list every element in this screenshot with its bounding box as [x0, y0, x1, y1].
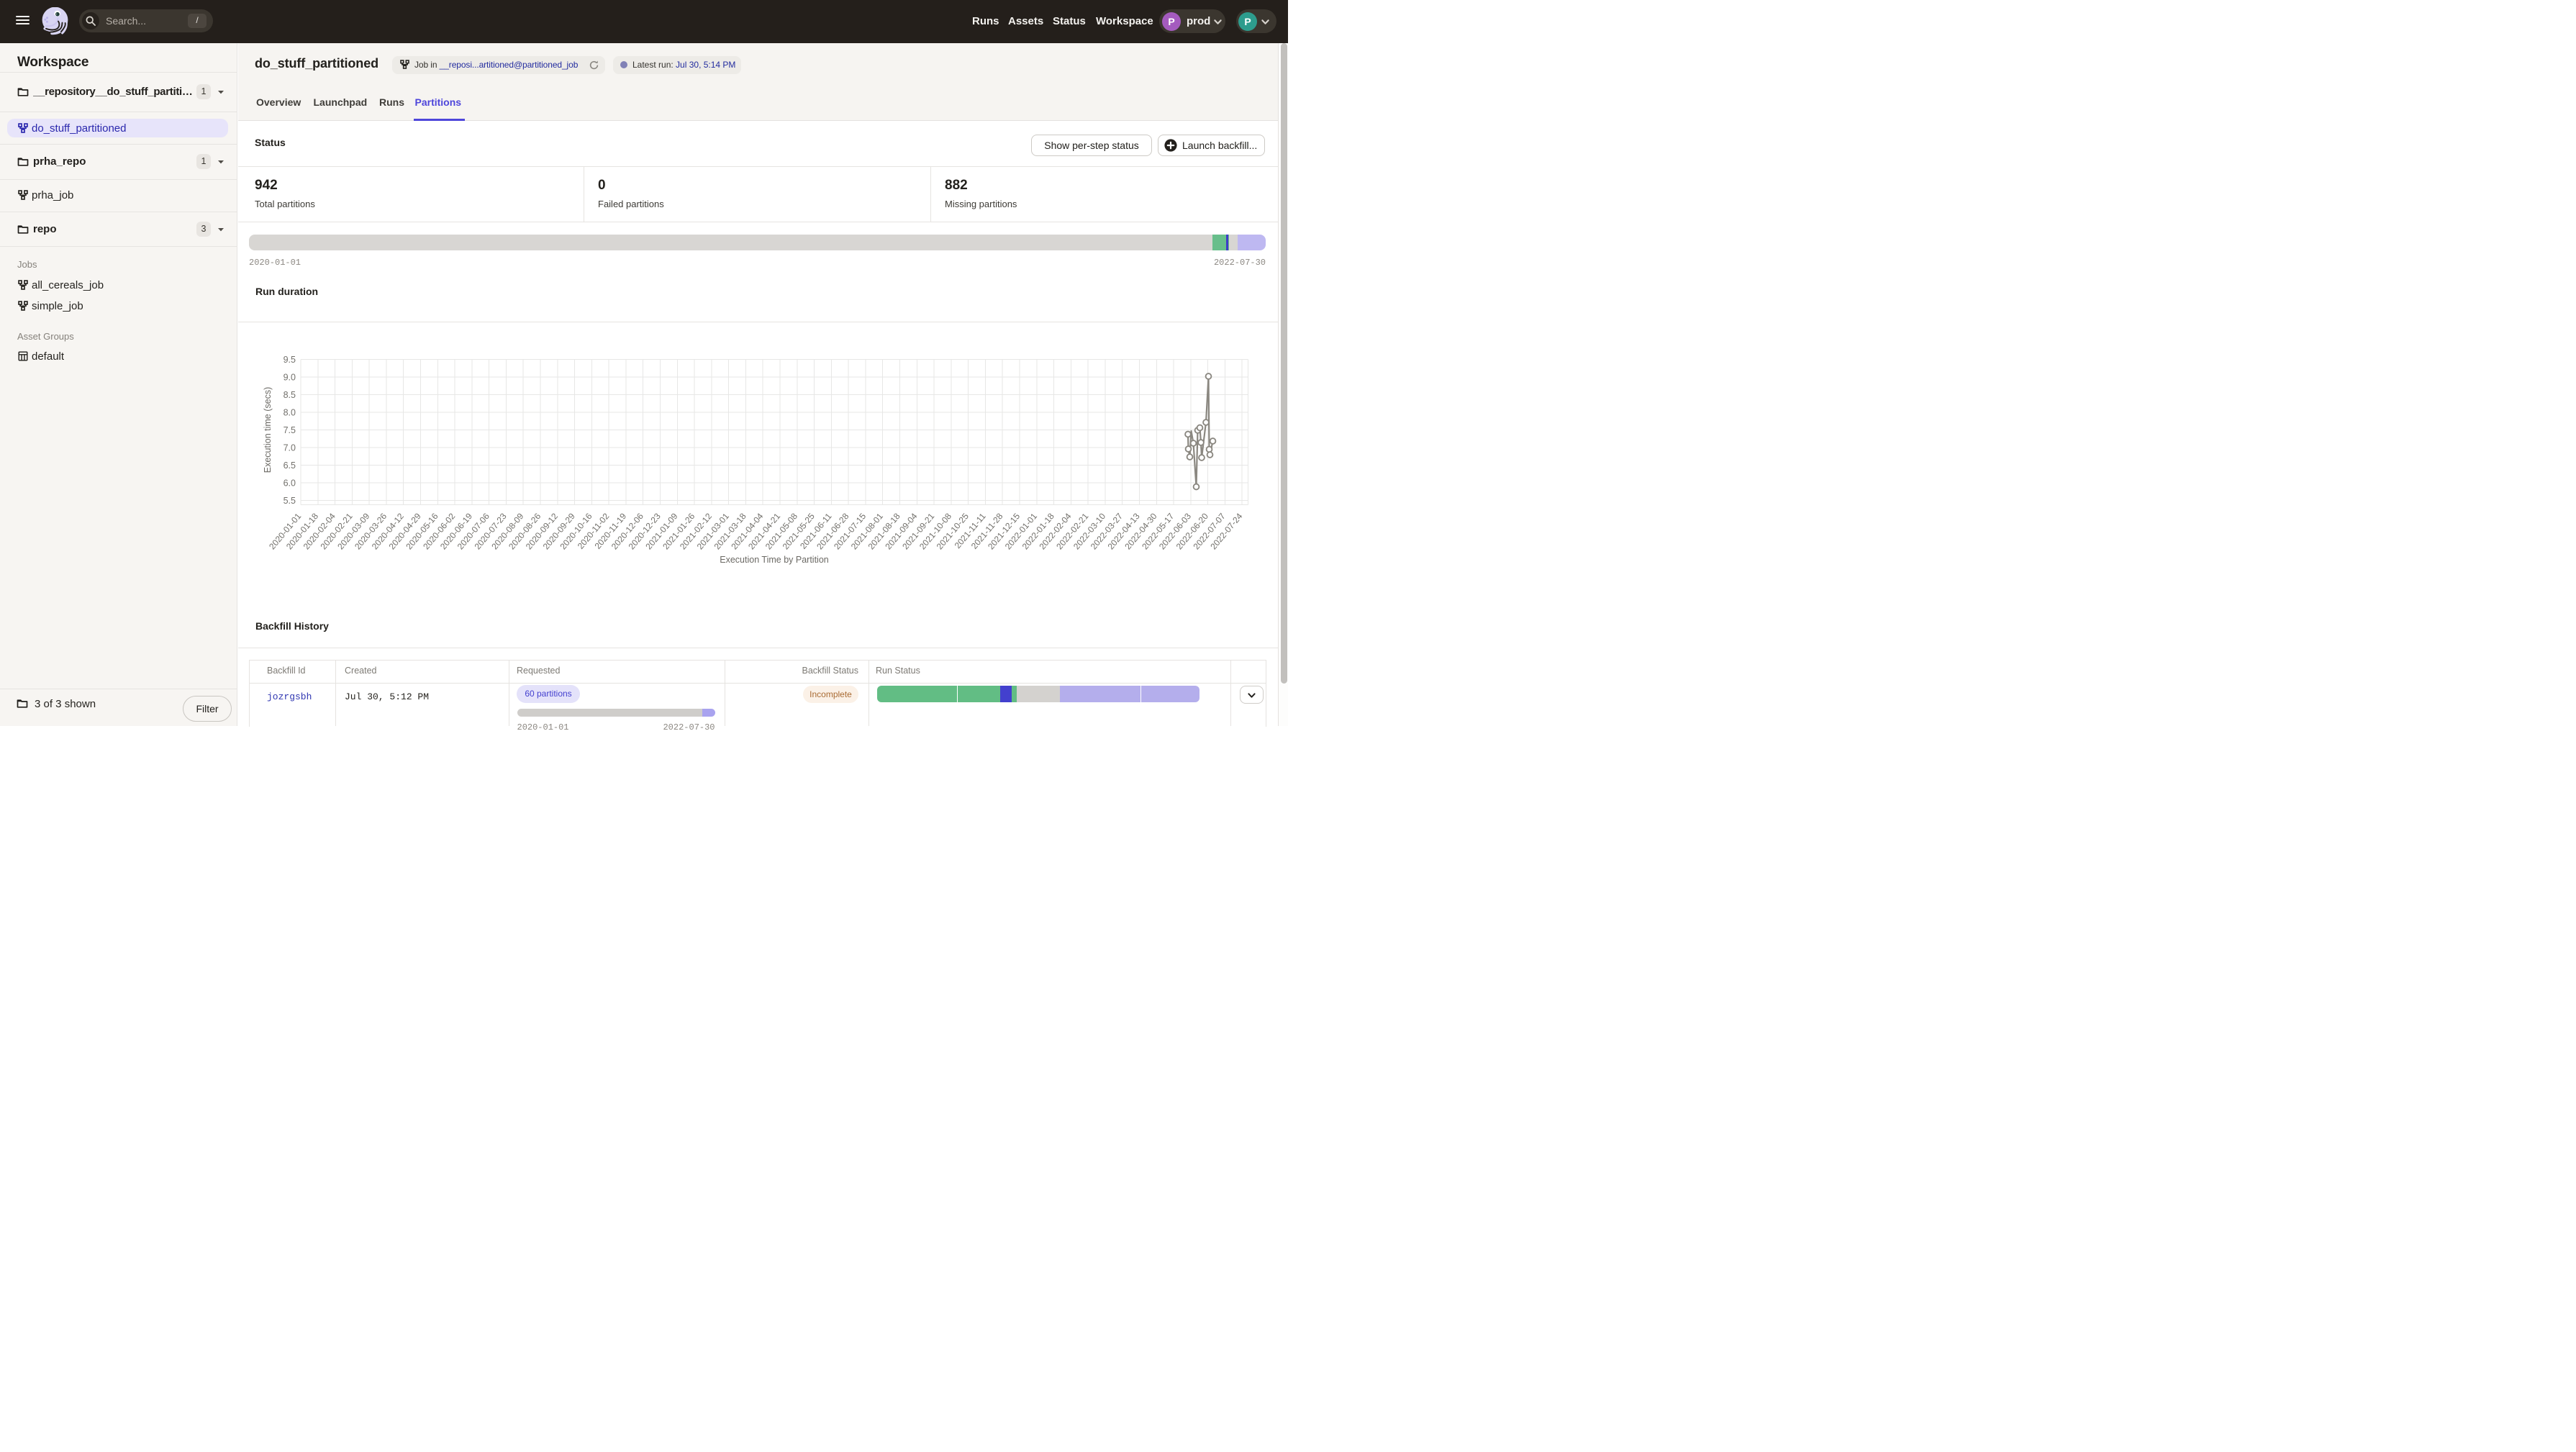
- svg-text:9.0: 9.0: [284, 373, 296, 383]
- svg-text:Execution Time by Partition: Execution Time by Partition: [720, 555, 829, 565]
- svg-text:7.0: 7.0: [284, 443, 296, 453]
- svg-text:7.5: 7.5: [284, 425, 296, 435]
- svg-text:8.0: 8.0: [284, 408, 296, 418]
- svg-text:6.5: 6.5: [284, 460, 296, 471]
- svg-text:8.5: 8.5: [284, 390, 296, 400]
- svg-text:5.5: 5.5: [284, 496, 296, 506]
- svg-text:Execution time (secs): Execution time (secs): [263, 387, 273, 473]
- svg-text:6.0: 6.0: [284, 478, 296, 489]
- svg-text:9.5: 9.5: [284, 355, 296, 365]
